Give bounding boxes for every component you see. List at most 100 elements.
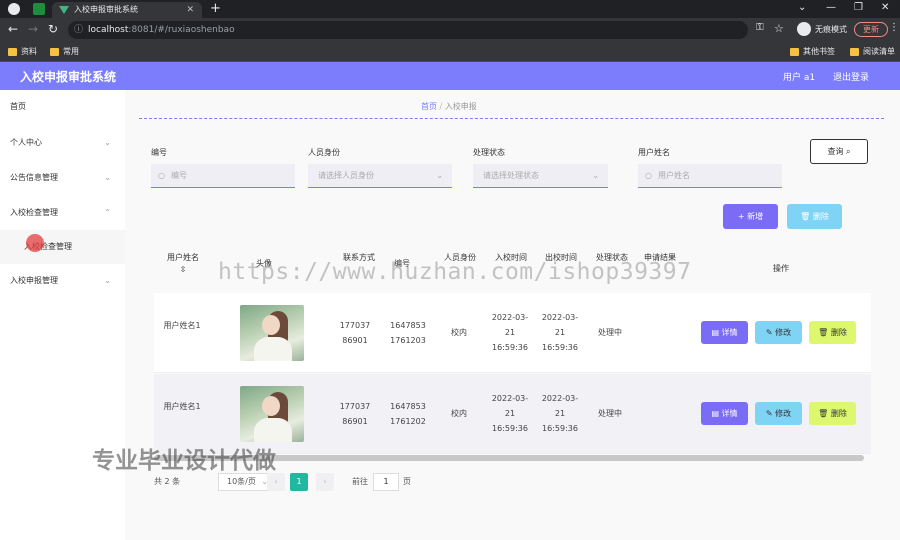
- current-user[interactable]: 用户 a1: [783, 70, 815, 83]
- detail-label: 详情: [721, 409, 738, 418]
- close-tab-icon[interactable]: ✕: [186, 2, 194, 18]
- filter-label-username: 用户姓名: [638, 148, 670, 157]
- app-header: 入校申报审批系统 用户 a1 退出登录: [0, 62, 900, 90]
- avatar: [240, 305, 304, 361]
- search-icon: ⌕: [846, 147, 851, 156]
- edit-label: 修改: [775, 328, 792, 337]
- chevron-down-icon: ⌄: [436, 171, 443, 180]
- sidebar-item-declaration[interactable]: 入校申报管理 ⌄: [0, 264, 125, 298]
- browser-toolbar: ← → ↻ ⓘ localhost:8081/#/ruxiaoshenbao ⚿…: [0, 18, 900, 42]
- cell-number: 16478531761202: [390, 402, 426, 426]
- page-size-value: 10条/页: [227, 477, 256, 486]
- avatar: [240, 386, 304, 442]
- detail-button[interactable]: ▤ 详情: [701, 321, 748, 344]
- identity-select[interactable]: 请选择人员身份 ⌄: [308, 164, 452, 188]
- edit-label: 修改: [775, 409, 792, 418]
- goto-page-input[interactable]: 1: [373, 473, 399, 491]
- forward-icon[interactable]: →: [28, 22, 38, 36]
- username-placeholder: 用户姓名: [658, 171, 690, 180]
- add-label: 新增: [747, 212, 764, 221]
- table-row: 用户姓名1 17703786901 16478531761203 校内 2022…: [154, 293, 871, 373]
- bookmark-item[interactable]: 资料: [8, 45, 37, 59]
- watermark-url: https://www.huzhan.com/ishop39397: [218, 259, 692, 285]
- trash-icon: 🗑: [800, 212, 813, 221]
- restore-icon[interactable]: ❐: [854, 2, 863, 13]
- vue-logo-icon: [59, 6, 69, 14]
- col-header-name[interactable]: 用户姓名 ⇳: [165, 252, 201, 276]
- info-icon[interactable]: ⓘ: [74, 21, 83, 39]
- trash-icon: 🗑: [818, 409, 831, 418]
- active-tab[interactable]: 入校申报审批系统 ✕: [52, 2, 202, 18]
- query-button[interactable]: 查询 ⌕: [810, 139, 868, 164]
- search-icon: ○: [158, 171, 165, 180]
- address-bar[interactable]: ⓘ localhost:8081/#/ruxiaoshenbao: [68, 21, 748, 39]
- reload-icon[interactable]: ↻: [48, 22, 58, 36]
- cell-identity: 校内: [451, 328, 467, 337]
- filter-label-status: 处理状态: [473, 148, 505, 157]
- minimize-icon[interactable]: —: [826, 2, 836, 13]
- add-button[interactable]: + 新增: [723, 204, 778, 229]
- star-icon[interactable]: ☆: [774, 22, 784, 35]
- status-placeholder: 请选择处理状态: [483, 171, 539, 180]
- edit-button[interactable]: ✎ 修改: [755, 321, 802, 344]
- sidebar-item-inspection[interactable]: 入校检查管理 ⌃: [0, 196, 125, 230]
- trash-icon: 🗑: [818, 328, 831, 337]
- logout-link[interactable]: 退出登录: [833, 70, 869, 83]
- pager-total: 共 2 条: [154, 477, 181, 486]
- number-input[interactable]: ○ 编号: [151, 164, 295, 188]
- reading-list[interactable]: 阅读清单: [850, 45, 895, 59]
- sidebar-item-notices[interactable]: 公告信息管理 ⌄: [0, 161, 125, 195]
- delete-row-label: 删除: [830, 409, 847, 418]
- sidebar-item-label: 入校申报管理: [10, 276, 58, 285]
- cell-name: 用户姓名1: [163, 321, 201, 330]
- current-page[interactable]: 1: [290, 473, 308, 491]
- edit-icon: ✎: [765, 409, 776, 418]
- incognito-label: 无痕模式: [815, 25, 847, 34]
- prev-page-button[interactable]: ‹: [267, 473, 285, 491]
- bookmark-item[interactable]: 常用: [50, 45, 79, 59]
- chevron-down-icon: ⌄: [104, 138, 111, 147]
- cell-status: 处理中: [598, 328, 622, 337]
- sidebar-item-label: 首页: [10, 102, 26, 111]
- key-icon[interactable]: ⚿: [756, 22, 764, 33]
- chevron-down-icon[interactable]: ⌄: [798, 2, 806, 13]
- cell-exit-time: 2022-03-21 16:59:36: [541, 394, 579, 433]
- col-name-label: 用户姓名: [167, 253, 199, 262]
- bookmark-other[interactable]: 其他书签: [790, 45, 835, 59]
- menu-dots-icon[interactable]: ⋮: [889, 22, 899, 33]
- globe-icon[interactable]: [8, 3, 20, 15]
- sidebar-item-profile[interactable]: 个人中心 ⌄: [0, 126, 125, 160]
- update-button[interactable]: 更新: [854, 22, 888, 37]
- cell-exit-time: 2022-03-21 16:59:36: [541, 313, 579, 352]
- sidebar-item-label: 公告信息管理: [10, 173, 58, 182]
- batch-delete-button[interactable]: 🗑 删除: [787, 204, 842, 229]
- doc-icon: ▤: [711, 328, 722, 337]
- col-header-actions: 操作: [773, 264, 789, 273]
- app-tab-icon[interactable]: [33, 3, 45, 15]
- app-title: 入校申报审批系统: [20, 70, 117, 84]
- cell-entry-time: 2022-03-21 16:59:36: [491, 394, 529, 433]
- filter-label-identity: 人员身份: [308, 148, 340, 157]
- new-tab-icon[interactable]: +: [210, 1, 221, 16]
- browser-tab-strip: 入校申报审批系统 ✕ + ⌄ — ❐ ✕: [0, 0, 900, 18]
- delete-button[interactable]: 🗑 删除: [809, 321, 856, 344]
- page-suffix: 页: [403, 477, 411, 486]
- page-size-select[interactable]: 10条/页 ⌄: [218, 473, 274, 491]
- username-input[interactable]: ○ 用户姓名: [638, 164, 782, 188]
- breadcrumb-home[interactable]: 首页: [421, 102, 437, 111]
- close-window-icon[interactable]: ✕: [881, 2, 889, 13]
- incognito-icon[interactable]: [797, 22, 811, 36]
- status-select[interactable]: 请选择处理状态 ⌄: [473, 164, 608, 188]
- back-icon[interactable]: ←: [8, 22, 18, 36]
- bookmarks-bar: 资料 常用 其他书签 阅读清单: [0, 42, 900, 62]
- sidebar-item-home[interactable]: 首页: [0, 90, 125, 124]
- sidebar-subitem-inspection[interactable]: 入校检查管理: [0, 230, 125, 264]
- delete-button[interactable]: 🗑 删除: [809, 402, 856, 425]
- sort-icon[interactable]: ⇳: [180, 265, 187, 274]
- detail-button[interactable]: ▤ 详情: [701, 402, 748, 425]
- next-page-button[interactable]: ›: [316, 473, 334, 491]
- cell-number: 16478531761203: [390, 321, 426, 345]
- cell-phone: 17703786901: [339, 321, 371, 345]
- edit-button[interactable]: ✎ 修改: [755, 402, 802, 425]
- watermark-text: 专业毕业设计代做: [92, 448, 276, 474]
